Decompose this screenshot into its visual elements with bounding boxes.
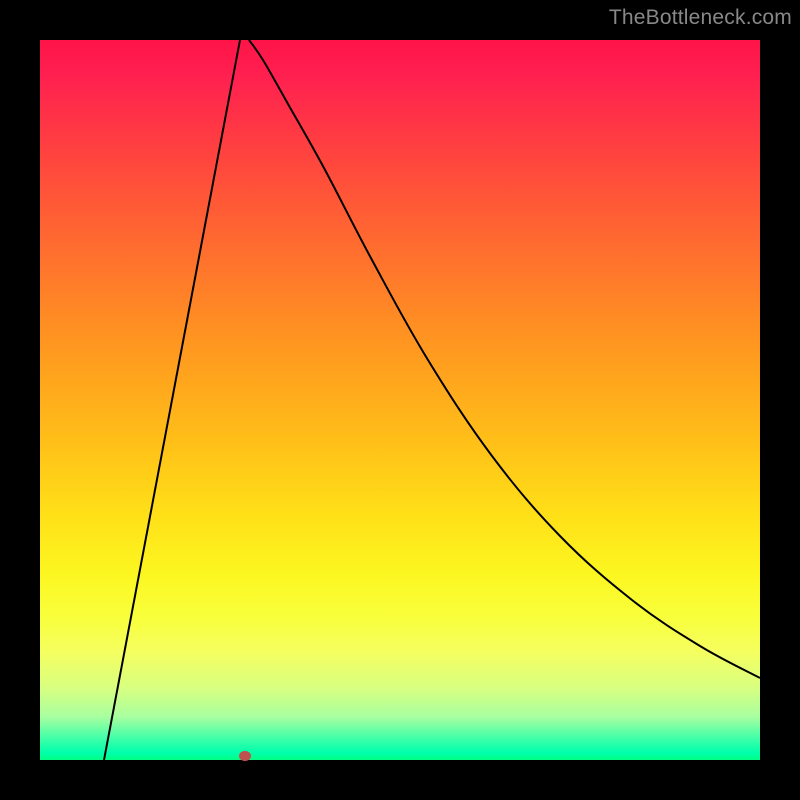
minimum-marker	[239, 751, 251, 761]
curve-layer	[40, 40, 760, 760]
curve-right	[249, 40, 760, 678]
watermark: TheBottleneck.com	[609, 6, 792, 30]
bottleneck-chart	[40, 40, 760, 760]
curve-left	[104, 40, 240, 760]
